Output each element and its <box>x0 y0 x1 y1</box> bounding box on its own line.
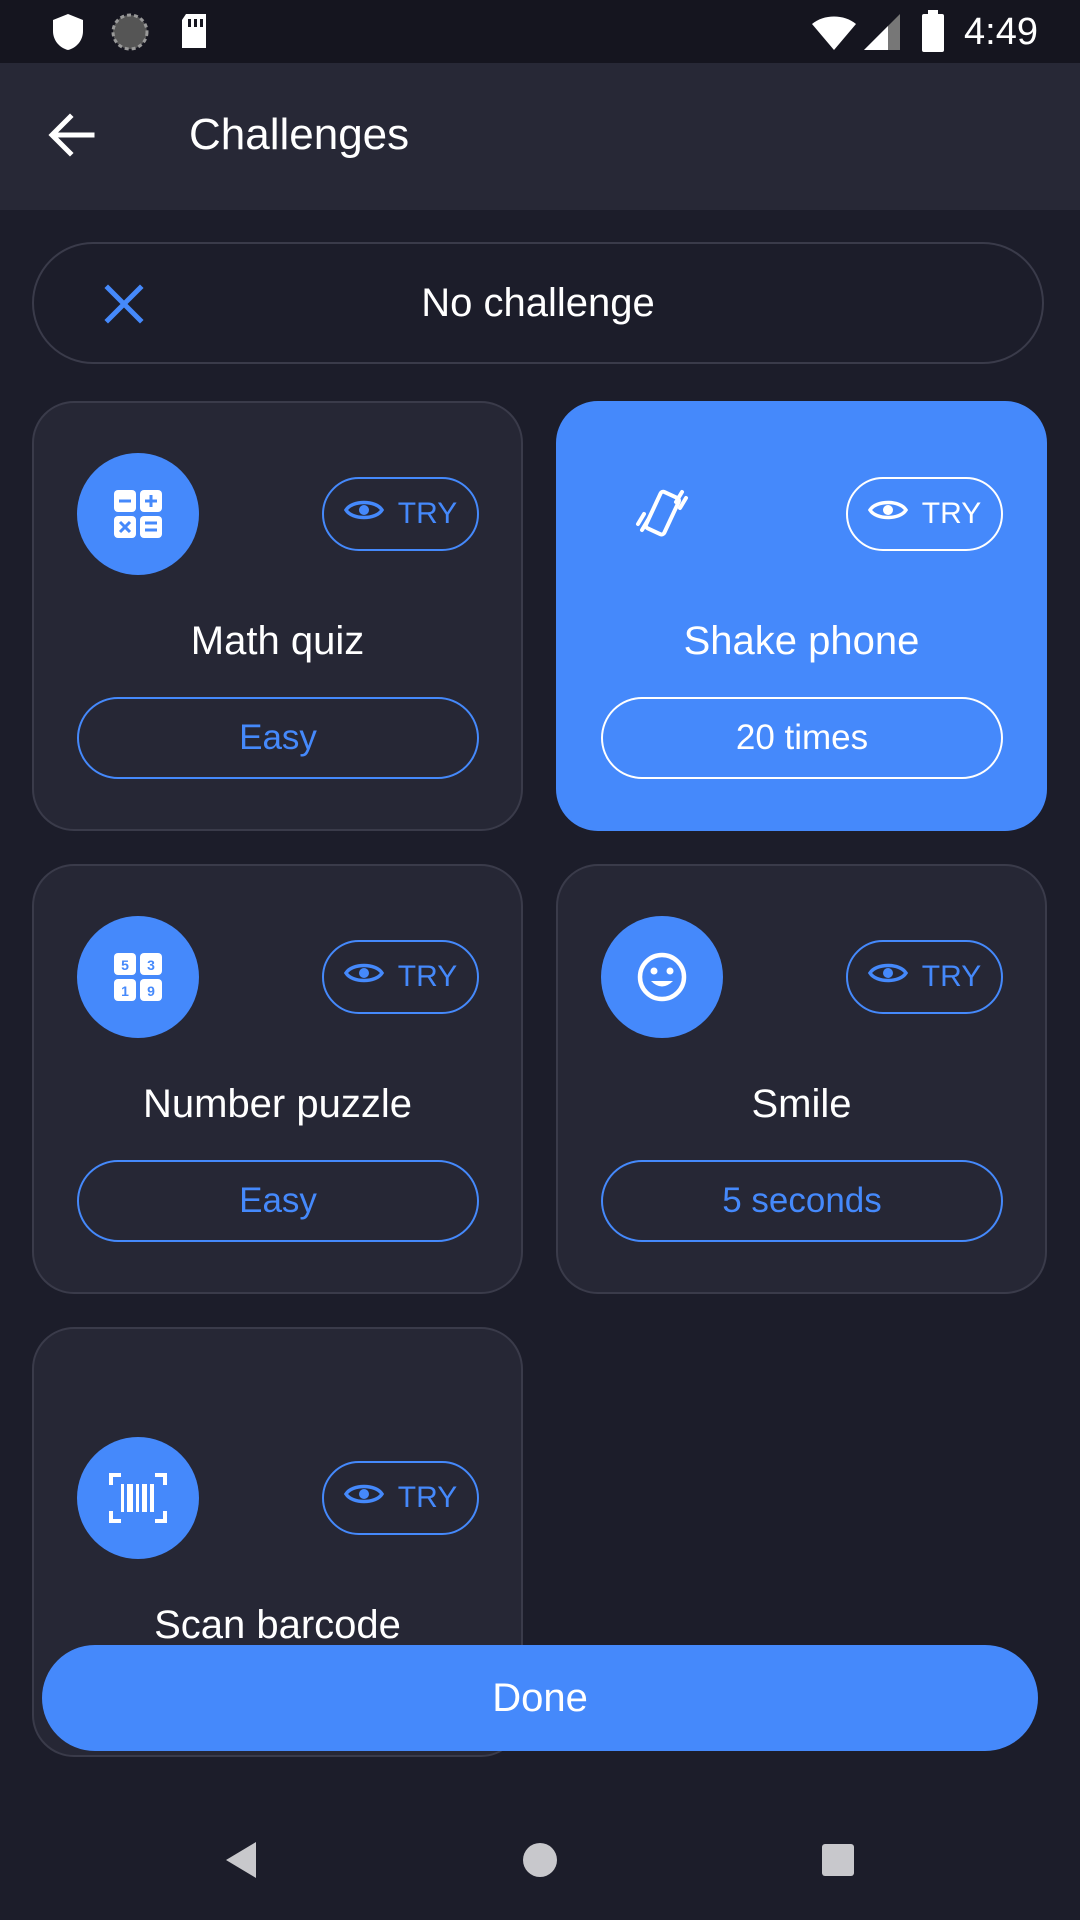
eye-icon <box>343 497 384 531</box>
difficulty-button[interactable]: Easy <box>77 697 479 779</box>
try-button[interactable]: TRY <box>322 1461 479 1535</box>
svg-text:3: 3 <box>147 957 155 973</box>
svg-text:5: 5 <box>121 957 129 973</box>
status-time: 4:49 <box>964 11 1038 53</box>
challenge-card-number-puzzle[interactable]: 5 3 1 9 TRY Number puzzle Easy <box>32 864 523 1294</box>
try-label: TRY <box>921 497 982 530</box>
app-bar: Challenges <box>0 63 1080 210</box>
card-title: Number puzzle <box>142 1082 412 1126</box>
number-grid-icon: 5 3 1 9 <box>77 916 199 1038</box>
vibrate-phone-icon <box>601 453 723 575</box>
try-label: TRY <box>397 497 458 530</box>
back-button[interactable] <box>32 101 112 173</box>
nav-recents-icon[interactable] <box>806 1828 870 1892</box>
math-icon <box>77 453 199 575</box>
signal-icon <box>862 12 902 52</box>
try-button[interactable]: TRY <box>322 940 479 1014</box>
smile-icon <box>601 916 723 1038</box>
eye-icon <box>867 497 908 531</box>
no-challenge-label: No challenge <box>421 280 655 325</box>
duration-button[interactable]: 5 seconds <box>601 1160 1003 1242</box>
try-button[interactable]: TRY <box>846 940 1003 1014</box>
try-button[interactable]: TRY <box>846 477 1003 551</box>
card-title: Smile <box>751 1082 852 1126</box>
done-button[interactable]: Done <box>42 1645 1038 1751</box>
navigation-bar <box>0 1800 1080 1920</box>
nav-home-icon[interactable] <box>508 1828 572 1892</box>
try-label: TRY <box>397 960 458 993</box>
page-title: Challenges <box>189 110 410 159</box>
svg-text:9: 9 <box>147 983 155 999</box>
eye-icon <box>343 960 384 994</box>
wifi-icon <box>810 12 858 52</box>
sd-card-icon <box>178 12 210 52</box>
card-title: Math quiz <box>190 619 365 663</box>
try-label: TRY <box>397 1481 458 1514</box>
challenge-card-math-quiz[interactable]: TRY Math quiz Easy <box>32 401 523 831</box>
status-bar: 4:49 <box>0 0 1080 63</box>
barcode-scan-icon <box>77 1437 199 1559</box>
eye-icon <box>343 1481 384 1515</box>
eye-icon <box>867 960 908 994</box>
card-title: Shake phone <box>683 619 920 663</box>
try-button[interactable]: TRY <box>322 477 479 551</box>
arrow-back-icon <box>48 112 96 162</box>
sync-icon <box>110 12 150 52</box>
challenge-card-smile[interactable]: TRY Smile 5 seconds <box>556 864 1047 1294</box>
count-button[interactable]: 20 times <box>601 697 1003 779</box>
shield-icon <box>50 12 86 52</box>
try-label: TRY <box>921 960 982 993</box>
nav-back-icon[interactable] <box>210 1828 274 1892</box>
battery-icon <box>920 10 946 52</box>
svg-text:1: 1 <box>121 983 129 999</box>
challenge-card-shake-phone[interactable]: TRY Shake phone 20 times <box>556 401 1047 831</box>
difficulty-button[interactable]: Easy <box>77 1160 479 1242</box>
no-challenge-option[interactable]: No challenge <box>32 242 1044 364</box>
